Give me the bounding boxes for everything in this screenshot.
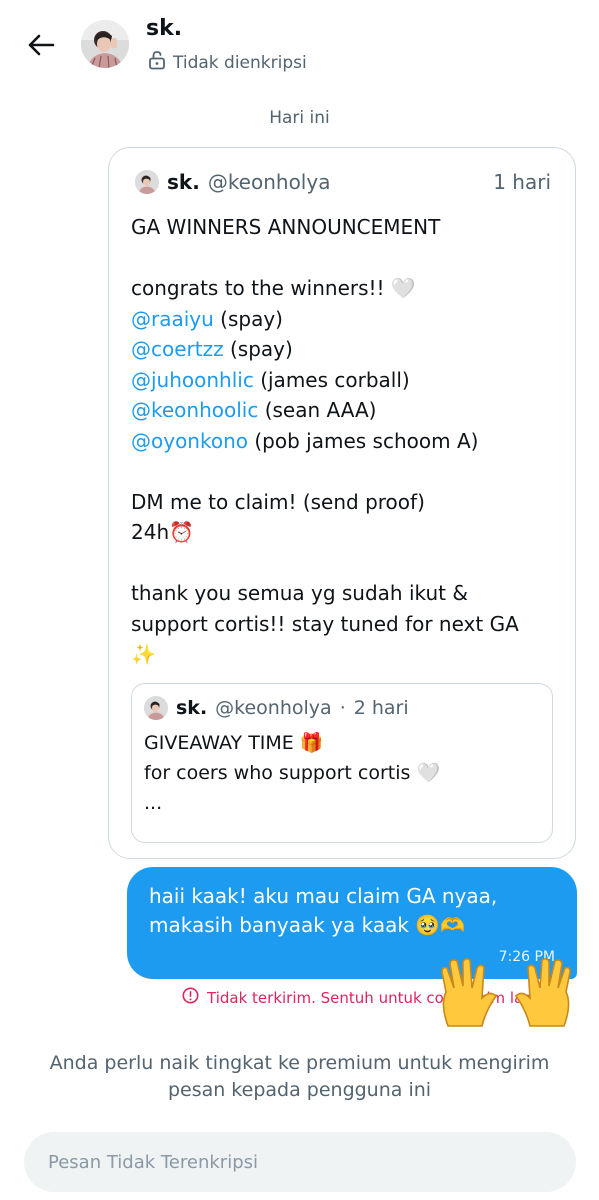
quoted-tweet-body: GIVEAWAY TIME 🎁 for coers who support co… bbox=[144, 728, 440, 818]
quoted-tweet-card[interactable]: sk. @keonholya · 2 hari GIVEAWAY TIME 🎁 … bbox=[131, 683, 553, 843]
encryption-status: Tidak dienkripsi bbox=[148, 50, 307, 75]
conversation-header: sk. Tidak dienkripsi bbox=[0, 0, 599, 95]
quoted-tweet-avatar bbox=[144, 696, 168, 720]
quoted-tweet-handle: @keonholya bbox=[215, 697, 332, 719]
date-separator: Hari ini bbox=[269, 108, 330, 128]
winner-line: @oyonkono (pob james schoom A) bbox=[131, 426, 561, 457]
encryption-status-label: Tidak dienkripsi bbox=[173, 52, 307, 73]
quoted-tweet-author: sk. @keonholya · 2 hari bbox=[144, 696, 409, 720]
message-text: haii kaak! aku mau claim GA nyaa, makasi… bbox=[149, 882, 497, 940]
quoted-tweet-line: for coers who support cortis 🤍 bbox=[144, 762, 441, 784]
sparkles-emoji: ✨ bbox=[131, 642, 156, 666]
separator-dot: · bbox=[339, 697, 346, 719]
mention-link[interactable]: @juhoonhlic bbox=[131, 368, 254, 392]
winner-line: @coertzz (spay) bbox=[131, 334, 561, 365]
tweet-body: GA WINNERS ANNOUNCEMENT congrats to the … bbox=[131, 212, 561, 670]
unlock-icon bbox=[148, 50, 166, 75]
tweet-title: GA WINNERS ANNOUNCEMENT bbox=[131, 215, 441, 239]
quoted-tweet-name: sk. bbox=[176, 697, 208, 719]
message-line: haii kaak! aku mau claim GA nyaa, bbox=[149, 884, 498, 908]
winner-note: (sean AAA) bbox=[258, 398, 377, 422]
quoted-tweet-line: ... bbox=[144, 792, 163, 814]
quoted-tweet-time: 2 hari bbox=[353, 697, 409, 719]
message-line: makasih banyaak ya kaak 🥹🫶 bbox=[149, 913, 466, 937]
message-composer[interactable] bbox=[24, 1132, 576, 1192]
mention-link[interactable]: @coertzz bbox=[131, 337, 224, 361]
tweet-thanks-line: thank you semua yg sudah ikut & bbox=[131, 581, 468, 605]
winner-note: (spay) bbox=[223, 337, 293, 361]
tweet-congrats: congrats to the winners!! 🤍 bbox=[131, 276, 416, 300]
mention-link[interactable]: @keonhoolic bbox=[131, 398, 258, 422]
avatar[interactable] bbox=[81, 20, 129, 68]
tweet-author-name: sk. bbox=[167, 170, 200, 194]
back-arrow-icon[interactable] bbox=[24, 28, 58, 62]
tweet-claim-line: DM me to claim! (send proof) bbox=[131, 489, 425, 514]
header-name[interactable]: sk. bbox=[146, 16, 182, 41]
winner-line: @raaiyu (spay) bbox=[131, 304, 561, 335]
winner-line: @juhoonhlic (james corball) bbox=[131, 365, 561, 396]
winner-note: (pob james schoom A) bbox=[248, 428, 479, 453]
winner-note: (james corball) bbox=[253, 367, 410, 392]
tweet-avatar bbox=[135, 170, 159, 194]
tweet-author-handle: @keonholya bbox=[207, 170, 331, 194]
message-input[interactable] bbox=[24, 1132, 576, 1192]
error-icon bbox=[182, 987, 199, 1008]
tweet-author: sk. @keonholya bbox=[135, 170, 330, 194]
tweet-thanks-line: support cortis!! stay tuned for next GA bbox=[131, 611, 519, 636]
winner-line: @keonhoolic (sean AAA) bbox=[131, 395, 561, 426]
raised-hands-sticker bbox=[436, 958, 576, 1028]
winner-note: (spay) bbox=[213, 306, 283, 331]
shared-tweet-card[interactable]: sk. @keonholya 1 hari GA WINNERS ANNOUNC… bbox=[108, 147, 576, 859]
premium-required-note: Anda perlu naik tingkat ke premium untuk… bbox=[49, 1052, 550, 1101]
mention-link[interactable]: @oyonkono bbox=[131, 429, 248, 453]
tweet-time: 1 hari bbox=[493, 170, 551, 194]
mention-link[interactable]: @raaiyu bbox=[131, 307, 214, 331]
tweet-deadline: 24h⏰ bbox=[131, 520, 195, 544]
quoted-tweet-line: GIVEAWAY TIME 🎁 bbox=[144, 732, 324, 754]
